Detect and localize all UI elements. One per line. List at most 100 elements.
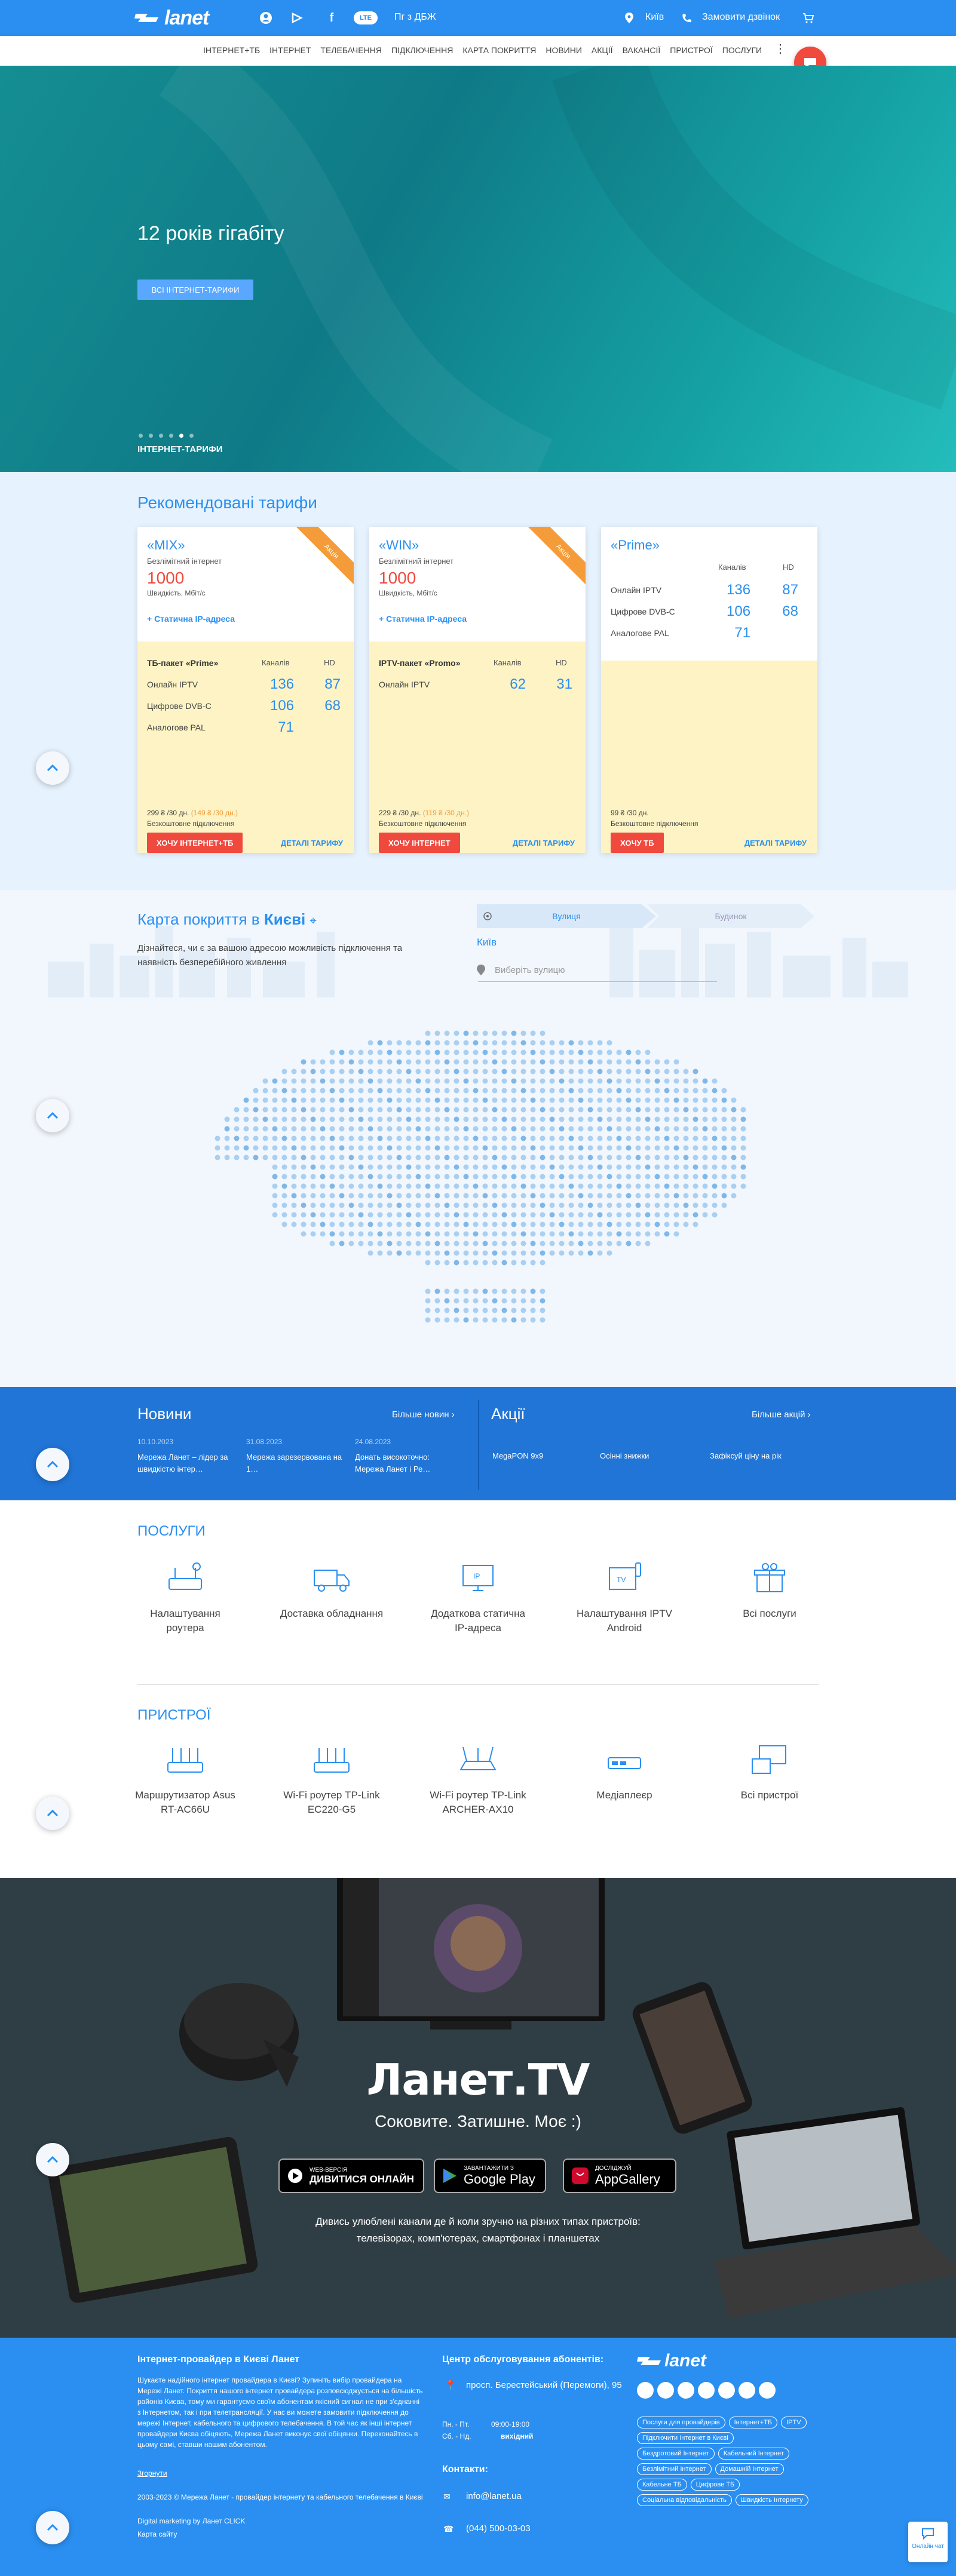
static-ip-link[interactable]: + Статична IP-адреса (379, 614, 467, 624)
appgallery-button[interactable]: Досліджуй AppGallery (563, 2159, 676, 2193)
tiktok-icon[interactable] (759, 2382, 776, 2399)
footer-logo[interactable]: lanet (637, 2351, 706, 2371)
sitemap-link[interactable]: Карта сайту (137, 2529, 177, 2540)
facebook-icon[interactable]: f (324, 10, 339, 26)
telegram-icon[interactable] (678, 2382, 694, 2399)
footer-tag[interactable]: Послуги для провайдерів (637, 2417, 725, 2428)
device-media-player[interactable]: Медіаплеєр (571, 1739, 678, 1803)
footer-tag[interactable]: Домашній Інтернет (715, 2463, 784, 2475)
device-asus-router[interactable]: Маршрутизатор Asus RT-AC66U (131, 1739, 239, 1817)
digital-marketing-link[interactable]: Digital marketing by Ланет CLICK (137, 2516, 245, 2527)
service-static-ip[interactable]: IP Додаткова статична IP-адреса (424, 1558, 532, 1635)
device-all[interactable]: Всі пристрої (716, 1739, 823, 1803)
slider-dot[interactable] (159, 434, 163, 438)
street-input[interactable]: Виберіть вулицю (478, 964, 717, 982)
want-internet-button[interactable]: Хочу інтернет (379, 833, 460, 853)
nav-coverage-map[interactable]: Карта покриття (462, 45, 536, 55)
scroll-up-button[interactable] (36, 1448, 69, 1481)
instagram-icon[interactable] (657, 2382, 674, 2399)
email-link[interactable]: info@lanet.ua (466, 2491, 522, 2502)
news-item[interactable]: Донать високоточно: Мережа Ланет і Ре… (355, 1451, 455, 1475)
device-tplink-ec220[interactable]: Wi-Fi роутер TP-Link EC220-G5 (278, 1739, 385, 1817)
footer-tag[interactable]: Кабельний Інтернет (718, 2448, 789, 2460)
tab-building[interactable]: Будинок (647, 904, 814, 928)
nav-connection[interactable]: Підключення (391, 45, 453, 55)
nav-internet[interactable]: Інтернет (269, 45, 311, 55)
scroll-up-button[interactable] (36, 2511, 69, 2544)
map-dot (492, 1135, 498, 1141)
tariff-details-link[interactable]: Деталі тарифу (513, 839, 575, 848)
nav-services[interactable]: Послуги (722, 45, 762, 55)
footer-tag[interactable]: Цифрове ТБ (690, 2479, 740, 2491)
collapse-link[interactable]: Згорнути (137, 2468, 167, 2479)
service-router-setup[interactable]: Налаштування роутера (131, 1558, 239, 1635)
want-tv-button[interactable]: Хочу ТБ (611, 833, 664, 853)
nav-news[interactable]: Новини (546, 45, 582, 55)
footer-tag[interactable]: Соціальна відповідальність (637, 2494, 732, 2506)
static-ip-link[interactable]: + Статична IP-адреса (147, 614, 235, 624)
all-tariffs-button[interactable]: Всі інтернет-тарифи (137, 280, 253, 300)
selected-city[interactable]: Київ (477, 937, 497, 948)
lanet-logo[interactable]: lanet (134, 6, 209, 30)
tab-street[interactable]: Вулиця (477, 904, 656, 928)
viber-icon[interactable] (739, 2382, 755, 2399)
more-promos-link[interactable]: Більше акцій › (752, 1410, 811, 1420)
facebook-icon[interactable] (637, 2382, 654, 2399)
want-internet-tv-button[interactable]: Хочу Інтернет+ТБ (147, 833, 243, 853)
google-play-button[interactable]: Завантажити з Google Play (434, 2159, 546, 2193)
promo-item[interactable]: MegaPON 9х9 (492, 1451, 543, 1460)
pg-dbzh-link[interactable]: Пг з ДБЖ (394, 12, 436, 23)
more-menu-icon[interactable]: ⋮ (774, 43, 786, 55)
lte-badge[interactable]: LTE (354, 11, 378, 24)
service-all[interactable]: Всі послуги (716, 1558, 823, 1621)
device-tplink-archer[interactable]: Wi-Fi роутер TP-Link ARCHER-AX10 (424, 1739, 532, 1817)
account-icon[interactable] (258, 10, 274, 26)
service-iptv-setup[interactable]: TV Налаштування IPTV Android (571, 1558, 678, 1635)
footer-tag[interactable]: Бездротовий Інтернет (637, 2448, 715, 2460)
youtube-icon[interactable] (698, 2382, 715, 2399)
tariff-details-link[interactable]: Деталі тарифу (744, 839, 807, 848)
ukraine-coverage-map[interactable] (203, 1009, 753, 1356)
footer-tag[interactable]: Підключити Інтернет в Києві (637, 2432, 734, 2444)
news-item[interactable]: Мережа зарезервована на 1… (246, 1451, 347, 1475)
map-dot (712, 1097, 718, 1103)
callback-link[interactable]: Замовити дзвінок (702, 12, 780, 23)
map-dot (454, 1307, 459, 1313)
nav-internet-tv[interactable]: Інтернет+ТБ (203, 45, 260, 55)
scroll-up-button[interactable] (36, 1797, 69, 1830)
nav-vacancies[interactable]: Вакансії (623, 45, 661, 55)
slider-dot[interactable] (169, 434, 173, 438)
nav-tv[interactable]: Телебачення (320, 45, 382, 55)
scroll-up-button[interactable] (36, 1099, 69, 1132)
news-item[interactable]: Мережа Ланет – лідер за швидкістю інтер… (137, 1451, 238, 1475)
slider-dot[interactable] (189, 434, 194, 438)
slider-dot-active[interactable] (179, 434, 183, 438)
footer-tag[interactable]: IPTV (781, 2417, 807, 2428)
hero-caption[interactable]: Інтернет-тарифи (137, 444, 223, 455)
watch-online-button[interactable]: Web-версія Дивитися онлайн (278, 2159, 424, 2193)
address[interactable]: просп. Берестейський (Перемоги), 95 (466, 2378, 627, 2393)
online-chat-widget[interactable]: Онлайн чат (908, 2522, 948, 2562)
footer-tag[interactable]: Кабельне ТБ (637, 2479, 687, 2491)
map-dot (454, 1288, 459, 1294)
promo-item[interactable]: Осінні знижки (600, 1451, 649, 1460)
slider-dot[interactable] (149, 434, 153, 438)
nav-devices[interactable]: Пристрої (670, 45, 712, 55)
scroll-up-button[interactable] (36, 751, 69, 785)
slider-dot[interactable] (139, 434, 143, 438)
more-news-link[interactable]: Більше новин › (392, 1410, 455, 1420)
footer-tag[interactable]: Швидкість Інтернету (735, 2494, 808, 2506)
footer-tag[interactable]: Інтернет+ТБ (728, 2417, 778, 2428)
tariff-details-link[interactable]: Деталі тарифу (281, 839, 343, 848)
service-delivery[interactable]: Доставка обладнання (278, 1558, 385, 1621)
phone-link[interactable]: (044) 500-03-03 (466, 2523, 531, 2534)
promo-item[interactable]: Зафіксуй ціну на рік (710, 1451, 782, 1460)
logo-text: lanet (164, 6, 209, 29)
cart-icon[interactable] (801, 10, 816, 26)
nav-promos[interactable]: Акції (592, 45, 613, 55)
footer-tag[interactable]: Безлімітний Інтернет (637, 2463, 712, 2475)
twitter-icon[interactable] (718, 2382, 735, 2399)
scroll-up-button[interactable] (36, 2143, 69, 2176)
lanet-tv-icon[interactable] (289, 10, 305, 26)
city-selector[interactable]: Київ (645, 12, 664, 23)
